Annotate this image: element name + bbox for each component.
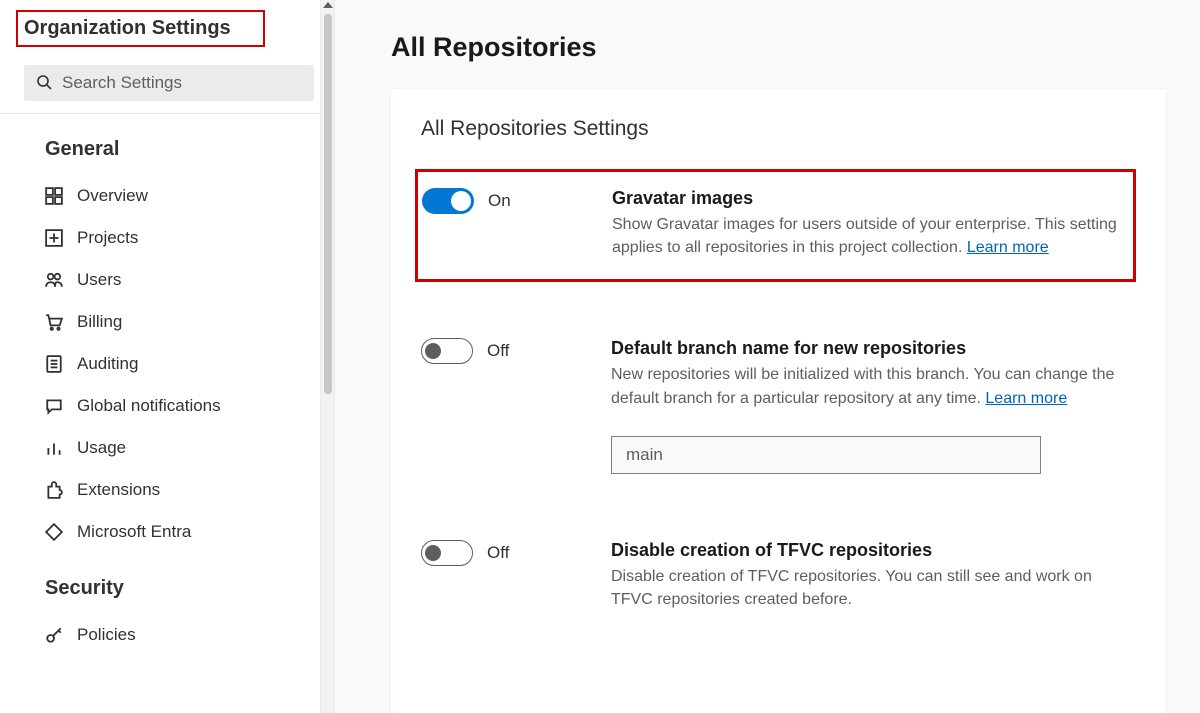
scroll-up-icon[interactable] (323, 2, 333, 8)
sidebar-item-label: Global notifications (77, 396, 221, 416)
sidebar-item-auditing[interactable]: Auditing (0, 343, 334, 385)
setting-title: Gravatar images (612, 188, 1123, 209)
scroll-thumb[interactable] (324, 14, 332, 394)
setting-gravatar: On Gravatar images Show Gravatar images … (415, 169, 1136, 282)
settings-panel: All Repositories Settings On Gravatar im… (391, 89, 1166, 713)
toggle-default-branch[interactable] (421, 338, 473, 364)
panel-title: All Repositories Settings (421, 117, 1136, 141)
toggle-state-label: On (488, 191, 511, 211)
sidebar-item-policies[interactable]: Policies (0, 614, 334, 656)
setting-title: Default branch name for new repositories (611, 338, 1136, 359)
nav-list-security: Policies (0, 614, 334, 656)
setting-tfvc: Off Disable creation of TFVC repositorie… (421, 532, 1136, 619)
diamond-icon (45, 523, 63, 541)
list-doc-icon (45, 355, 63, 373)
sidebar-item-label: Usage (77, 438, 126, 458)
plus-box-icon (45, 229, 63, 247)
setting-default-branch: Off Default branch name for new reposito… (421, 330, 1136, 481)
cart-icon (45, 313, 63, 331)
sidebar-item-label: Microsoft Entra (77, 522, 191, 542)
sidebar-item-overview[interactable]: Overview (0, 175, 334, 217)
sidebar-item-label: Extensions (77, 480, 160, 500)
sidebar-item-billing[interactable]: Billing (0, 301, 334, 343)
users-icon (45, 271, 63, 289)
sidebar-item-label: Policies (77, 625, 136, 645)
sidebar-item-extensions[interactable]: Extensions (0, 469, 334, 511)
sidebar-item-projects[interactable]: Projects (0, 217, 334, 259)
sidebar: Organization Settings General Overview P… (0, 0, 335, 713)
section-header-general: General (0, 114, 334, 175)
sidebar-item-microsoft-entra[interactable]: Microsoft Entra (0, 511, 334, 553)
sidebar-title: Organization Settings (16, 10, 265, 47)
sidebar-item-label: Auditing (77, 354, 138, 374)
scrollbar[interactable] (320, 0, 334, 713)
main-content: All Repositories All Repositories Settin… (335, 0, 1200, 713)
toggle-gravatar[interactable] (422, 188, 474, 214)
page-title: All Repositories (391, 32, 1166, 63)
key-icon (45, 626, 63, 644)
bar-icon (45, 439, 63, 457)
sidebar-item-usage[interactable]: Usage (0, 427, 334, 469)
grid-icon (45, 187, 63, 205)
default-branch-input[interactable] (611, 436, 1041, 474)
setting-desc: New repositories will be initialized wit… (611, 363, 1136, 409)
section-header-security: Security (0, 553, 334, 614)
puzzle-icon (45, 481, 63, 499)
learn-more-link[interactable]: Learn more (985, 390, 1067, 407)
sidebar-item-label: Users (77, 270, 121, 290)
toggle-state-label: Off (487, 543, 509, 563)
sidebar-item-users[interactable]: Users (0, 259, 334, 301)
sidebar-item-global-notifications[interactable]: Global notifications (0, 385, 334, 427)
setting-desc: Show Gravatar images for users outside o… (612, 213, 1123, 259)
nav-list-general: Overview Projects Users Billing Auditing… (0, 175, 334, 553)
setting-desc: Disable creation of TFVC repositories. Y… (611, 565, 1136, 611)
sidebar-item-label: Overview (77, 186, 148, 206)
toggle-state-label: Off (487, 341, 509, 361)
setting-title: Disable creation of TFVC repositories (611, 540, 1136, 561)
learn-more-link[interactable]: Learn more (967, 239, 1049, 256)
search-icon (36, 74, 52, 93)
search-input[interactable] (62, 73, 302, 93)
search-box[interactable] (24, 65, 314, 101)
chat-icon (45, 397, 63, 415)
sidebar-item-label: Projects (77, 228, 138, 248)
toggle-tfvc[interactable] (421, 540, 473, 566)
sidebar-item-label: Billing (77, 312, 122, 332)
